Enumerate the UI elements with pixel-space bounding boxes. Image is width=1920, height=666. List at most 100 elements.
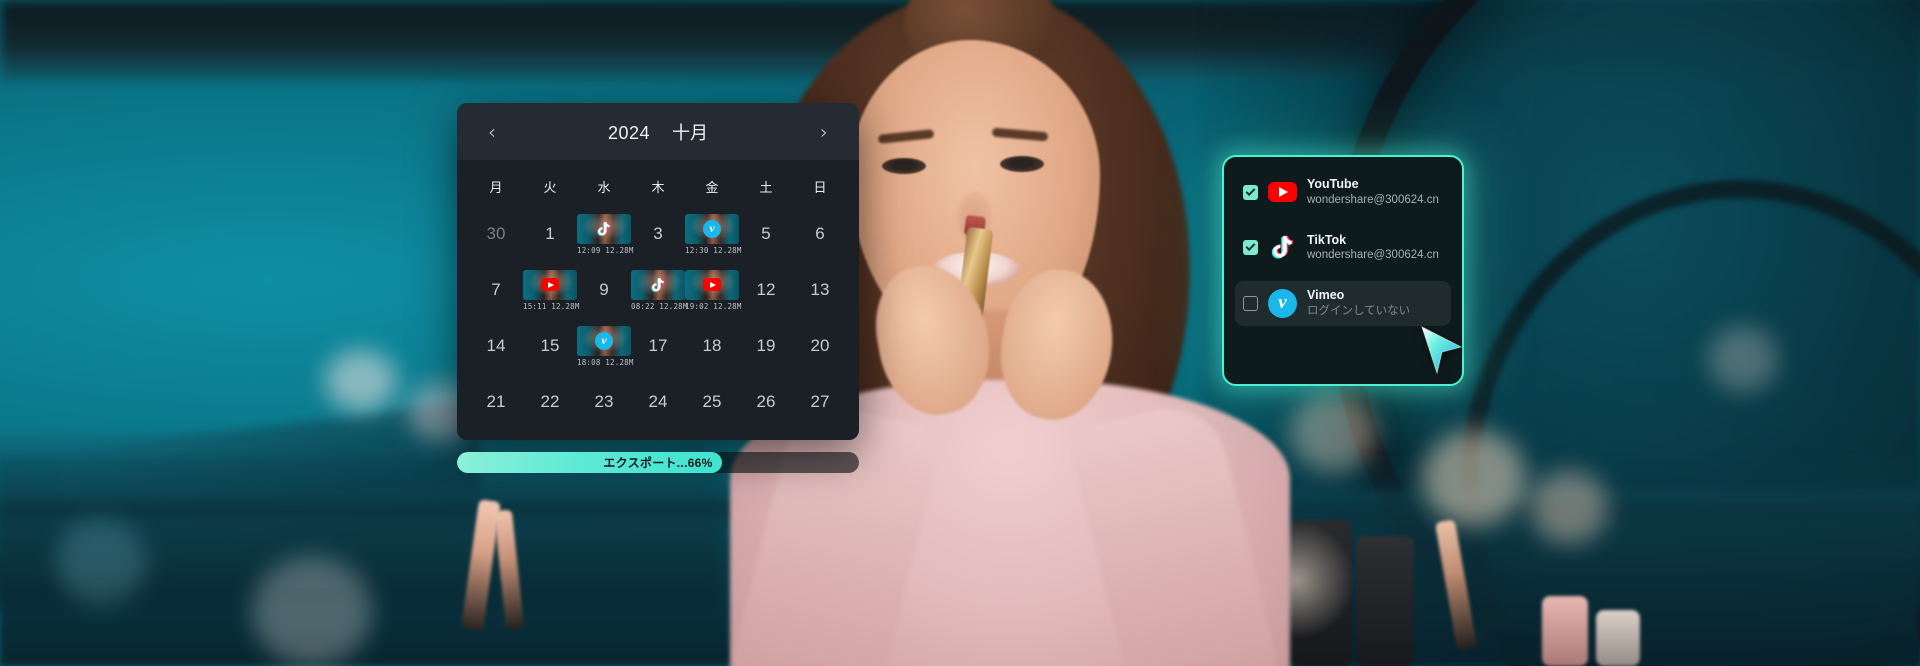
scheduled-video-thumbnail[interactable]: 12:09 12.28M <box>577 213 634 255</box>
export-progress-bar: エクスポート...66% <box>457 452 859 473</box>
youtube-logo <box>1268 178 1297 207</box>
scheduled-video-thumbnail[interactable]: v 18:08 12.28M <box>577 325 633 367</box>
day-number: 24 <box>648 392 668 411</box>
weekday-header-1: 火 <box>543 179 557 195</box>
day-number: 30 <box>486 224 506 243</box>
account-checkbox-tiktok[interactable] <box>1243 240 1258 256</box>
scheduled-video-thumbnail[interactable]: 15:11 12.28M <box>523 269 579 311</box>
account-row-vimeo[interactable]: v Vimeo ログインしていない <box>1235 281 1451 326</box>
calendar-day-cell[interactable]: 20 <box>793 318 847 374</box>
calendar-day-cell[interactable]: 19 <box>739 318 793 374</box>
day-number: 7 <box>491 280 501 299</box>
calendar-day-cell[interactable]: 15 <box>523 318 577 374</box>
calendar-year: 2024 <box>607 122 651 143</box>
video-thumbnail-image <box>685 269 739 300</box>
weekday-header-2: 水 <box>597 179 611 195</box>
account-text-youtube: YouTube wondershare@300624.cn <box>1307 177 1439 208</box>
day-number: 13 <box>810 280 830 299</box>
day-number: 18 <box>702 336 722 355</box>
play-triangle-icon <box>709 281 716 288</box>
tiktok-logo <box>1268 233 1297 262</box>
youtube-icon <box>1268 182 1297 203</box>
calendar-day-cell[interactable]: 13 <box>793 262 847 318</box>
calendar-day-cell[interactable]: 6 <box>793 206 847 262</box>
calendar-day-cell[interactable]: 27 <box>793 374 847 430</box>
calendar-day-cell[interactable]: 1 <box>523 206 577 262</box>
day-number: 25 <box>702 392 722 411</box>
youtube-icon <box>541 278 559 291</box>
calendar-day-cell[interactable]: 22 <box>523 374 577 430</box>
day-number: 21 <box>486 392 506 411</box>
account-row-youtube[interactable]: YouTube wondershare@300624.cn <box>1235 170 1451 215</box>
calendar-day-cell[interactable]: 17 <box>631 318 685 374</box>
bokeh-light <box>325 350 397 412</box>
calendar-week-row: 7 15:11 12.28M 9 08:22 12.28M 19:02 12.28M 12… <box>469 262 847 318</box>
calendar-day-cell[interactable]: 24 <box>631 374 685 430</box>
calendar-day-grid: 30 1 12:09 12.28M 3 v 12:30 12.28M 5 6 7 15:11 12… <box>469 206 847 430</box>
bokeh-light <box>56 520 146 604</box>
eye-right <box>1000 156 1044 172</box>
day-number: 22 <box>540 392 560 411</box>
vimeo-icon: v <box>703 219 721 238</box>
video-meta: 12:09 12.28M <box>577 245 634 255</box>
calendar-day-cell[interactable]: 5 <box>739 206 793 262</box>
calendar-day-cell[interactable]: 26 <box>739 374 793 430</box>
video-thumbnail-image: v <box>577 325 631 356</box>
video-thumbnail-image <box>577 213 631 244</box>
calendar-day-cell[interactable]: 12 <box>739 262 793 318</box>
calendar-day-cell[interactable]: 15:11 12.28M <box>523 262 579 318</box>
calendar-day-cell[interactable]: 25 <box>685 374 739 430</box>
day-number: 5 <box>761 224 771 243</box>
tiktok-icon <box>597 221 611 236</box>
calendar-day-cell[interactable]: 14 <box>469 318 523 374</box>
calendar-day-cell[interactable]: 23 <box>577 374 631 430</box>
bokeh-light <box>252 556 372 666</box>
account-name: YouTube <box>1307 177 1359 191</box>
calendar-day-cell[interactable]: 19:02 12.28M <box>685 262 742 318</box>
day-number: 20 <box>810 336 830 355</box>
account-checkbox-youtube[interactable] <box>1243 184 1258 200</box>
day-number: 19 <box>756 336 776 355</box>
account-text-vimeo: Vimeo ログインしていない <box>1307 288 1410 319</box>
bokeh-light <box>1530 470 1608 544</box>
account-status: ログインしていない <box>1307 304 1411 317</box>
video-meta: 19:02 12.28M <box>685 301 742 311</box>
background-scene <box>0 0 1920 666</box>
calendar-day-cell[interactable]: 12:09 12.28M <box>577 206 634 262</box>
calendar-month: 十月 <box>672 122 709 143</box>
day-number: 1 <box>545 224 555 243</box>
calendar-day-cell[interactable]: 7 <box>469 262 523 318</box>
calendar-day-cell[interactable]: 3 <box>631 206 685 262</box>
calendar-week-row: 21 22 23 24 25 26 27 <box>469 374 847 430</box>
calendar-header: ‹ 2024 十月 › <box>457 103 859 160</box>
video-thumbnail-image: v <box>685 213 739 244</box>
calendar-day-cell[interactable]: 08:22 12.28M <box>631 262 688 318</box>
next-month-button[interactable]: › <box>811 119 837 145</box>
platform-badge: v <box>703 219 721 238</box>
account-checkbox-vimeo[interactable] <box>1243 295 1258 311</box>
video-meta: 08:22 12.28M <box>631 301 688 311</box>
checkmark-icon <box>1245 185 1256 196</box>
weekday-header-6: 日 <box>813 179 827 195</box>
account-row-tiktok[interactable]: TikTok wondershare@300624.cn <box>1235 226 1451 271</box>
scheduled-video-thumbnail[interactable]: 19:02 12.28M <box>685 269 742 311</box>
prev-month-button[interactable]: ‹ <box>479 119 505 145</box>
tiktok-icon <box>1271 235 1294 259</box>
calendar-day-cell[interactable]: 9 <box>577 262 631 318</box>
day-number: 14 <box>486 336 506 355</box>
vimeo-icon: v <box>595 331 613 350</box>
video-thumbnail-image <box>631 269 685 300</box>
calendar-day-cell[interactable]: v 18:08 12.28M <box>577 318 633 374</box>
scheduled-video-thumbnail[interactable]: v 12:30 12.28M <box>685 213 742 255</box>
calendar-day-cell[interactable]: 21 <box>469 374 523 430</box>
platform-badge <box>541 276 559 294</box>
bokeh-light <box>1422 430 1526 526</box>
calendar-title: 2024 十月 <box>608 119 708 145</box>
calendar-day-cell[interactable]: v 12:30 12.28M <box>685 206 742 262</box>
scheduled-video-thumbnail[interactable]: 08:22 12.28M <box>631 269 688 311</box>
calendar-day-cell[interactable]: 30 <box>469 206 523 262</box>
calendar-week-row: 14 15 v 18:08 12.28M 17 18 19 20 <box>469 318 847 374</box>
video-meta: 12:30 12.28M <box>685 245 742 255</box>
weekday-header-3: 木 <box>651 179 665 195</box>
calendar-day-cell[interactable]: 18 <box>685 318 739 374</box>
